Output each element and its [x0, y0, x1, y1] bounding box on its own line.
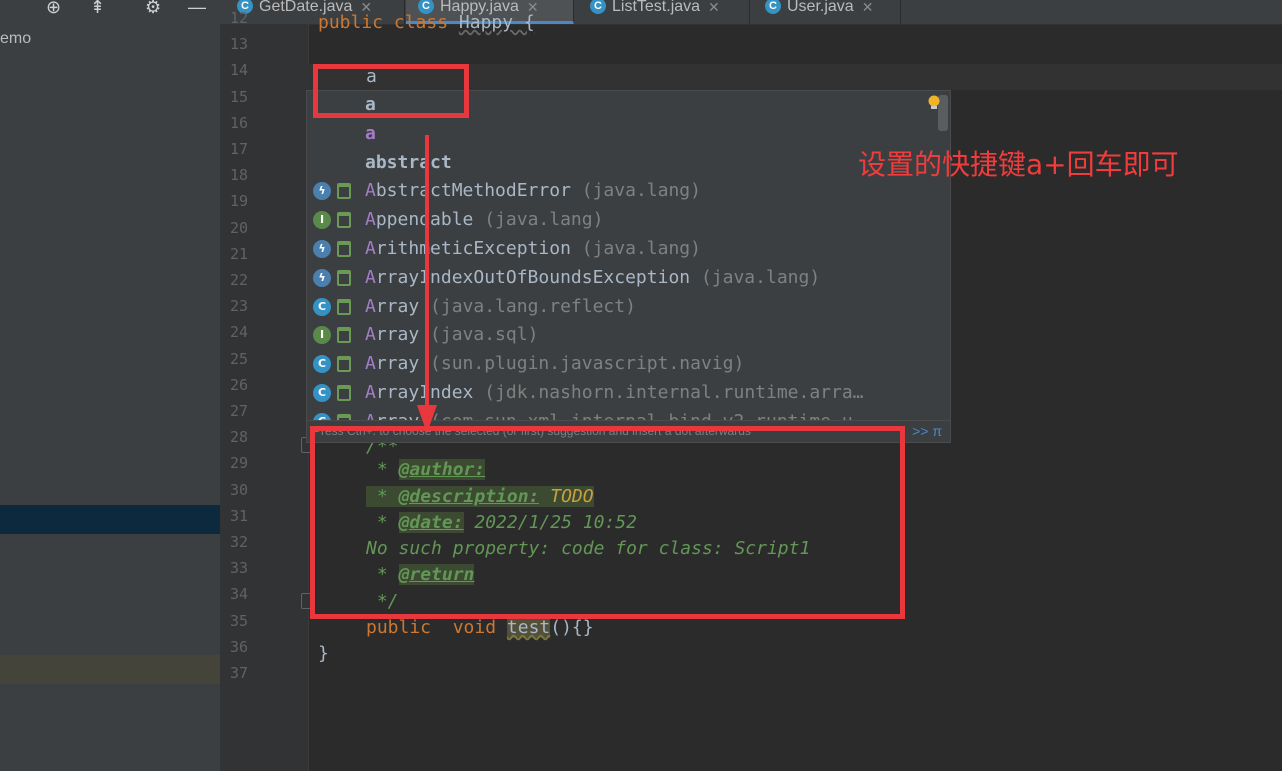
- settings-gear-icon[interactable]: ⚙: [145, 0, 161, 16]
- completion-match: A: [365, 353, 376, 375]
- public-access-lock-icon: [337, 269, 351, 286]
- keyword: public void: [366, 617, 507, 638]
- line-number[interactable]: 15: [230, 88, 266, 106]
- line-number[interactable]: 32: [230, 533, 266, 551]
- class-kind-icon: C: [313, 355, 331, 374]
- java-class-icon: C: [765, 0, 781, 14]
- line-number[interactable]: 17: [230, 140, 266, 158]
- completion-match: A: [365, 180, 376, 202]
- project-panel[interactable]: emo: [0, 0, 220, 771]
- tab-label: ListTest.java: [612, 0, 701, 15]
- line-number[interactable]: 12: [230, 9, 266, 27]
- completion-match: A: [365, 324, 376, 346]
- completion-match: a: [365, 151, 376, 173]
- completion-match: A: [365, 238, 376, 259]
- completion-package: (java.lang): [570, 238, 701, 259]
- project-tree-highlight-row[interactable]: [0, 655, 220, 684]
- interface-kind-icon: I: [313, 211, 331, 230]
- line-number[interactable]: 19: [230, 192, 266, 210]
- exception-kind-icon: ϟ: [313, 240, 331, 258]
- completion-match: a: [365, 122, 376, 144]
- completion-package: (java.lang): [570, 180, 701, 202]
- exception-kind-icon: ϟ: [313, 268, 331, 287]
- method-body: (){}: [550, 617, 594, 638]
- annotation-arrow-icon: [417, 135, 437, 433]
- collapse-all-icon[interactable]: ⇞: [90, 0, 105, 16]
- tab-label: User.java: [787, 0, 854, 15]
- public-access-lock-icon: [337, 183, 351, 200]
- line-number[interactable]: 31: [230, 507, 266, 525]
- line-number[interactable]: 18: [230, 166, 266, 184]
- line-number[interactable]: 21: [230, 245, 266, 263]
- public-access-lock-icon: [337, 385, 351, 401]
- project-tree-selected-row[interactable]: [0, 505, 220, 534]
- annotation-box-template: [310, 426, 905, 619]
- java-class-icon: C: [590, 0, 606, 14]
- code-line-method[interactable]: public void test(){}: [366, 617, 594, 638]
- completion-match: A: [365, 266, 376, 288]
- completion-package: (jdk.nashorn.internal.runtime.arra…: [473, 382, 864, 403]
- tab-user[interactable]: C User.java ✕: [753, 0, 901, 24]
- line-number[interactable]: 27: [230, 402, 266, 420]
- public-access-lock-icon: [337, 298, 351, 315]
- completion-package: (java.lang): [690, 266, 821, 288]
- public-access-lock-icon: [337, 241, 351, 257]
- line-number[interactable]: 37: [230, 664, 266, 682]
- line-number[interactable]: 26: [230, 376, 266, 394]
- exception-kind-icon: ϟ: [313, 182, 331, 201]
- completion-more-link[interactable]: >> π: [908, 421, 942, 441]
- completion-match: A: [365, 209, 376, 231]
- completion-match: A: [365, 382, 376, 403]
- completion-item-name: a: [365, 120, 376, 148]
- line-number[interactable]: 36: [230, 638, 266, 656]
- line-number[interactable]: 28: [230, 428, 266, 446]
- line-number[interactable]: 30: [230, 481, 266, 499]
- line-number[interactable]: 13: [230, 35, 266, 53]
- annotation-box-typed-a: [313, 64, 469, 118]
- line-number[interactable]: 24: [230, 323, 266, 341]
- class-kind-icon: C: [313, 297, 331, 316]
- annotation-text: 设置的快捷键a+回车即可: [858, 148, 1179, 181]
- completion-item-name: Array (java.sql): [365, 321, 538, 349]
- line-number[interactable]: 35: [230, 612, 266, 630]
- method-name: test: [506, 617, 551, 638]
- line-number[interactable]: 14: [230, 61, 266, 79]
- public-access-lock-icon: [337, 327, 351, 344]
- locate-icon[interactable]: ⊕: [46, 0, 61, 16]
- close-icon[interactable]: ✕: [862, 0, 874, 14]
- lightbulb-icon[interactable]: [926, 95, 942, 111]
- public-access-lock-icon: [337, 212, 351, 229]
- project-tree-label[interactable]: emo: [0, 30, 31, 48]
- hide-panel-icon[interactable]: —: [188, 0, 206, 16]
- line-number[interactable]: 23: [230, 297, 266, 315]
- line-number[interactable]: 16: [230, 114, 266, 132]
- keyword: public class: [318, 12, 459, 33]
- public-access-lock-icon: [337, 356, 351, 373]
- interface-kind-icon: I: [313, 326, 331, 345]
- line-number-gutter[interactable]: 12 13 14 15 16 17 18 19 20 21 22 23 24 25 26 27 28 29 30 31…: [220, 9, 309, 771]
- close-icon[interactable]: ✕: [708, 0, 720, 14]
- tab-listtest[interactable]: C ListTest.java ✕: [578, 0, 750, 24]
- line-number[interactable]: 29: [230, 454, 266, 472]
- class-name: Happy {: [458, 12, 535, 33]
- completion-match: A: [365, 295, 376, 317]
- code-line-class-decl[interactable]: public class Happy {: [318, 12, 535, 33]
- line-number[interactable]: 20: [230, 219, 266, 237]
- completion-package: (java.lang.reflect): [419, 295, 636, 317]
- line-number[interactable]: 22: [230, 271, 266, 289]
- line-number[interactable]: 34: [230, 585, 266, 603]
- class-kind-icon: C: [313, 384, 331, 402]
- code-line-close-brace[interactable]: }: [318, 643, 329, 664]
- line-number[interactable]: 25: [230, 350, 266, 368]
- line-number[interactable]: 33: [230, 559, 266, 577]
- completion-package: (sun.plugin.javascript.navig): [419, 353, 745, 375]
- completion-package: (java.lang): [473, 209, 604, 231]
